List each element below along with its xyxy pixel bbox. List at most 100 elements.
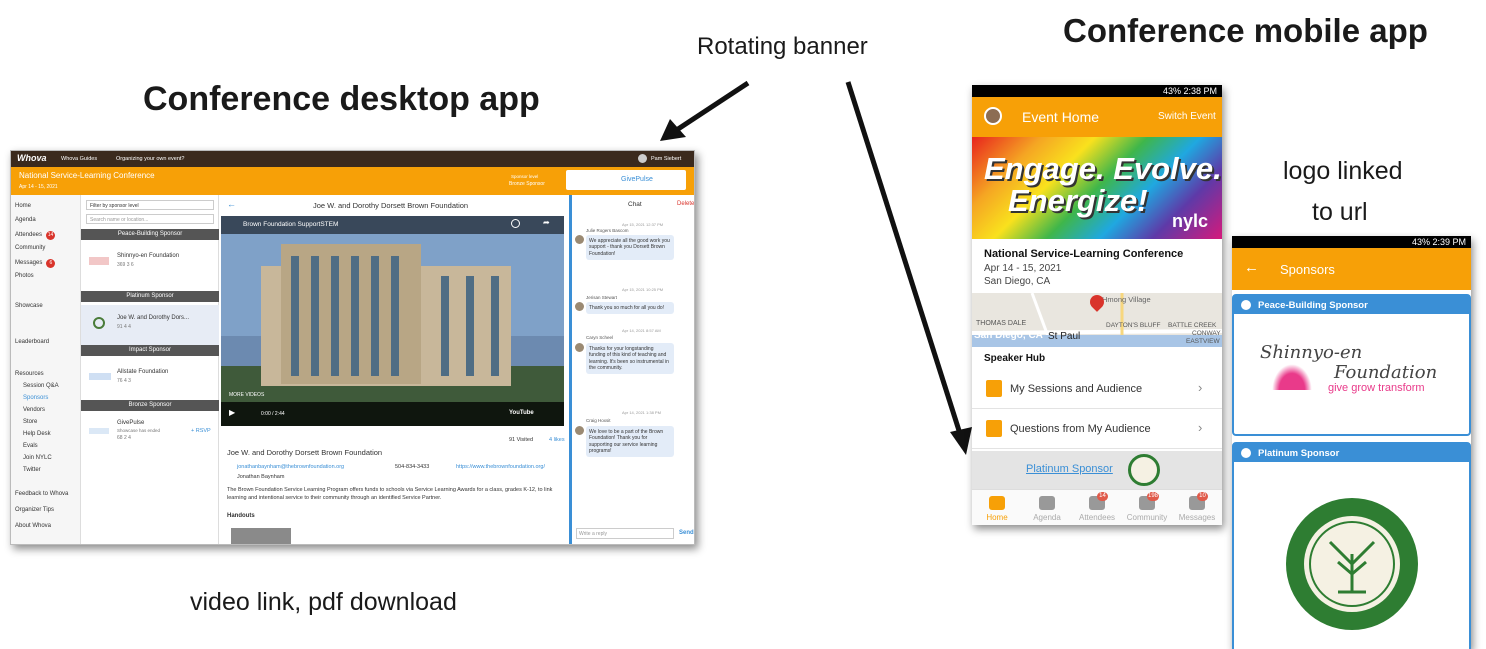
banner-text-line1: Engage. Evolve. [984, 151, 1222, 186]
collapse-icon[interactable] [1241, 300, 1251, 310]
send-button[interactable]: Send [679, 530, 694, 536]
sponsor-logo [89, 373, 111, 380]
menu-guides[interactable]: Whova Guides [61, 156, 97, 162]
tab-home[interactable]: Home [972, 496, 1022, 522]
nav-resources[interactable]: Resources [15, 371, 44, 377]
tab-community[interactable]: 198 Community [1122, 492, 1172, 522]
sponsor-logo[interactable] [1128, 454, 1160, 486]
chat-title: Chat [628, 201, 642, 208]
event-map[interactable]: Hmong Village THOMAS DALE DAYTON'S BLUFF… [972, 293, 1222, 347]
nav-store[interactable]: Store [23, 419, 37, 425]
banner-logo[interactable]: GivePulse [621, 176, 653, 183]
back-arrow-icon[interactable]: ← [1244, 259, 1259, 276]
chat-message: We appreciate all the good work you supp… [586, 235, 674, 260]
nav-home[interactable]: Home [15, 203, 31, 209]
avatar[interactable] [575, 343, 584, 352]
reply-input[interactable]: Write a reply [576, 528, 674, 539]
switch-event-button[interactable]: Switch Event [1158, 111, 1216, 122]
mobile-event-home: 43% 2:38 PM Event Home Switch Event Enga… [972, 85, 1222, 525]
questions-row[interactable]: Questions from My Audience › [972, 409, 1222, 449]
platinum-sponsor-link[interactable]: Platinum Sponsor [1026, 463, 1113, 475]
sponsor-row[interactable]: Shinnyo-en Foundation 369 3 6 [81, 243, 219, 283]
profile-avatar[interactable] [984, 107, 1002, 125]
to-url-caption: to url [1312, 198, 1368, 226]
app-header: Event Home Switch Event [972, 97, 1222, 137]
menu-organize[interactable]: Organizing your own event? [116, 156, 184, 162]
sponsor-stats: 68 2 4 [117, 435, 131, 441]
sponsor-filter-select[interactable]: Filter by sponsor level [86, 200, 214, 210]
user-name[interactable]: Pam Siebert [651, 156, 681, 162]
rotating-banner[interactable]: GivePulse [566, 170, 686, 190]
nav-join-nylc[interactable]: Join NYLC [23, 455, 52, 461]
nav-leaderboard[interactable]: Leaderboard [15, 339, 49, 345]
whova-logo[interactable]: Whova [17, 153, 47, 163]
share-icon[interactable]: ➦ [543, 218, 550, 227]
sponsor-name: GivePulse [117, 420, 145, 426]
section-header[interactable]: Peace-Building Sponsor [1234, 296, 1469, 314]
section-title: Peace-Building Sponsor [1258, 300, 1368, 311]
website-link[interactable]: https://www.thebrownfoundation.org/ [456, 464, 545, 470]
nav-showcase[interactable]: Showcase [15, 303, 43, 309]
map-label: THOMAS DALE [976, 320, 1027, 327]
handout-thumbnail[interactable] [231, 528, 291, 544]
watch-later-icon[interactable] [511, 219, 520, 228]
sponsor-search-input[interactable]: Search name or location... [86, 214, 214, 224]
video-title: Brown Foundation SupportSTEM [243, 221, 339, 228]
nav-feedback[interactable]: Feedback to Whova [15, 491, 68, 497]
mobile-sponsors: 43% 2:39 PM ← Sponsors Peace-Building Sp… [1232, 236, 1471, 649]
attendees-icon: 14 [1089, 492, 1108, 510]
banner-text-line2: Energize! [1008, 183, 1148, 218]
sponsor-row[interactable]: GivePulse Showcase has ended 68 2 4 + RS… [81, 414, 219, 454]
nav-messages[interactable]: Messages 6 [15, 259, 56, 268]
sponsor-row[interactable]: Joe W. and Dorothy Dors... 91 4 4 [81, 305, 219, 345]
chat-author: Jerisan Stewart [586, 295, 618, 300]
nav-session-qa[interactable]: Session Q&A [23, 383, 59, 389]
org-name: Joe W. and Dorothy Dorsett Brown Foundat… [227, 448, 383, 457]
section-header[interactable]: Platinum Sponsor [1234, 444, 1469, 462]
nav-help-desk[interactable]: Help Desk [23, 431, 51, 437]
my-sessions-row[interactable]: My Sessions and Audience › [972, 369, 1222, 409]
avatar[interactable] [575, 235, 584, 244]
rsvp-button[interactable]: + RSVP [191, 428, 211, 434]
nav-community[interactable]: Community [15, 245, 45, 251]
email-link[interactable]: jonathanbaynham@thebrownfoundation.org [237, 464, 344, 470]
more-videos[interactable]: MORE VIDEOS [229, 392, 264, 398]
nav-photos[interactable]: Photos [15, 273, 34, 279]
tab-agenda[interactable]: Agenda [1022, 496, 1072, 522]
chat-time: Apr 15, 2021 10:25 PM [622, 287, 664, 292]
nav-twitter[interactable]: Twitter [23, 467, 41, 473]
video-time: 0:00 / 2:44 [261, 411, 285, 417]
messages-icon: 10 [1189, 492, 1208, 510]
youtube-logo[interactable]: YouTube [509, 410, 534, 416]
collapse-icon[interactable] [1241, 448, 1251, 458]
nav-about[interactable]: About Whova [15, 523, 51, 529]
visited-count: 91 Visited [509, 437, 534, 443]
play-icon[interactable]: ▶ [229, 408, 235, 417]
contact-name: Jonathan Baynham [237, 474, 285, 480]
tab-attendees[interactable]: 14 Attendees [1072, 492, 1122, 522]
back-arrow-icon[interactable]: ← [227, 199, 236, 209]
avatar[interactable] [575, 302, 584, 311]
video-player[interactable]: Brown Foundation SupportSTEM ➦ MORE VIDE… [221, 216, 564, 426]
map-label: CONWAY [1192, 330, 1221, 337]
chat-delete[interactable]: Delete [677, 201, 694, 207]
nav-organizer-tips[interactable]: Organizer Tips [15, 507, 54, 513]
nav-evals[interactable]: Evals [23, 443, 38, 449]
tab-messages[interactable]: 10 Messages [1172, 492, 1222, 522]
sponsor-stats: 91 4 4 [117, 324, 131, 330]
sponsor-banner[interactable]: Platinum Sponsor [972, 451, 1222, 489]
nav-vendors[interactable]: Vendors [23, 407, 45, 413]
user-avatar[interactable] [638, 154, 647, 163]
nav-attendees[interactable]: Attendees 14 [15, 231, 56, 240]
nav-sponsors[interactable]: Sponsors [23, 395, 48, 401]
avatar[interactable] [575, 426, 584, 435]
rotating-banner[interactable]: Engage. Evolve. Energize! nylc [972, 137, 1222, 239]
likes-count[interactable]: 4 likes [549, 437, 565, 443]
sponsor-row[interactable]: Allstate Foundation 76 4 3 [81, 359, 219, 399]
sponsor-logo-shinnyoen[interactable]: Shinnyo-en Foundation give grow transfor… [1244, 320, 1459, 428]
chat-message: Thanks for your longstanding funding of … [586, 343, 674, 374]
nav-agenda[interactable]: Agenda [15, 217, 36, 223]
sponsor-logo-brown-foundation[interactable] [1282, 494, 1422, 634]
logo-linked-caption: logo linked [1283, 157, 1403, 185]
map-label: St Paul [1048, 331, 1081, 342]
